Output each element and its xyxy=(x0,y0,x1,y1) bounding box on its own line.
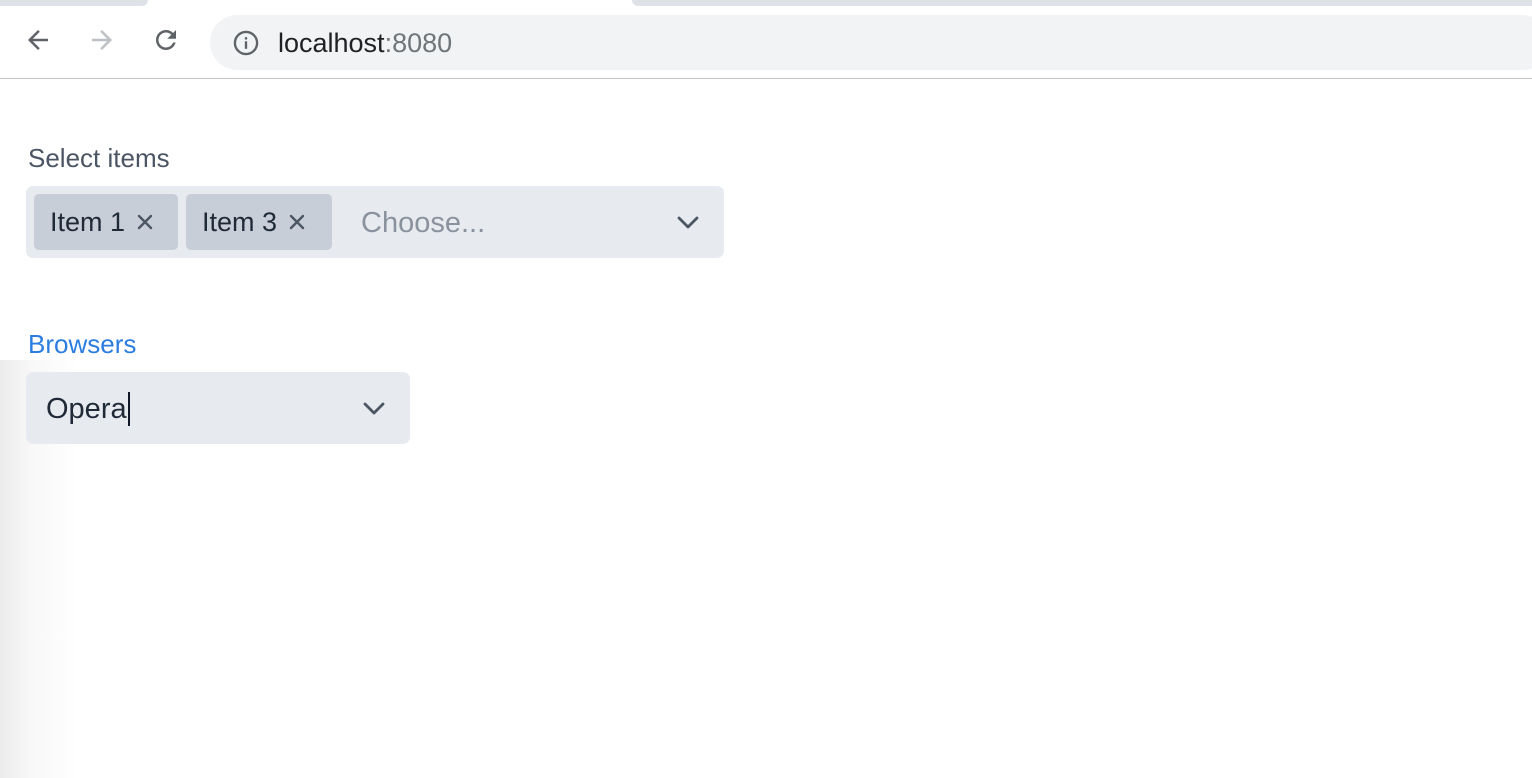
chevron-down-icon[interactable] xyxy=(674,208,702,236)
multiselect-placeholder[interactable]: Choose... xyxy=(361,206,485,240)
browsers-label: Browsers xyxy=(28,329,137,359)
multiselect-field[interactable]: Item 1 Item 3 Choose... xyxy=(26,186,724,258)
url-port: :8080 xyxy=(384,28,453,58)
close-icon xyxy=(289,214,305,230)
text-caret xyxy=(127,392,130,426)
remove-chip-button[interactable] xyxy=(135,212,155,232)
address-bar[interactable]: localhost:8080 xyxy=(210,15,1532,70)
reload-button[interactable] xyxy=(150,24,182,56)
browsers-select-value[interactable]: Opera xyxy=(46,392,127,426)
chevron-down-icon[interactable] xyxy=(360,394,388,422)
url-text[interactable]: localhost:8080 xyxy=(278,28,452,58)
selected-chip: Item 1 xyxy=(34,194,178,250)
info-icon[interactable] xyxy=(232,29,260,57)
back-arrow-icon xyxy=(28,30,48,50)
browser-toolbar: localhost:8080 xyxy=(0,6,1532,79)
chip-label: Item 1 xyxy=(50,206,126,237)
url-host: localhost xyxy=(278,28,385,58)
reload-icon xyxy=(156,30,176,50)
select-items-label: Select items xyxy=(28,143,170,173)
browsers-select[interactable]: Opera xyxy=(26,372,410,444)
forward-button[interactable] xyxy=(86,24,118,56)
forward-arrow-icon xyxy=(92,30,112,50)
remove-chip-button[interactable] xyxy=(287,212,307,232)
browsers-select-value-wrap[interactable]: Opera xyxy=(46,392,130,426)
close-icon xyxy=(137,214,153,230)
selected-chip: Item 3 xyxy=(186,194,332,250)
chip-label: Item 3 xyxy=(202,206,278,237)
page-content: Select items Item 1 Item 3 Choose... Bro… xyxy=(0,80,1532,778)
back-button[interactable] xyxy=(22,24,54,56)
